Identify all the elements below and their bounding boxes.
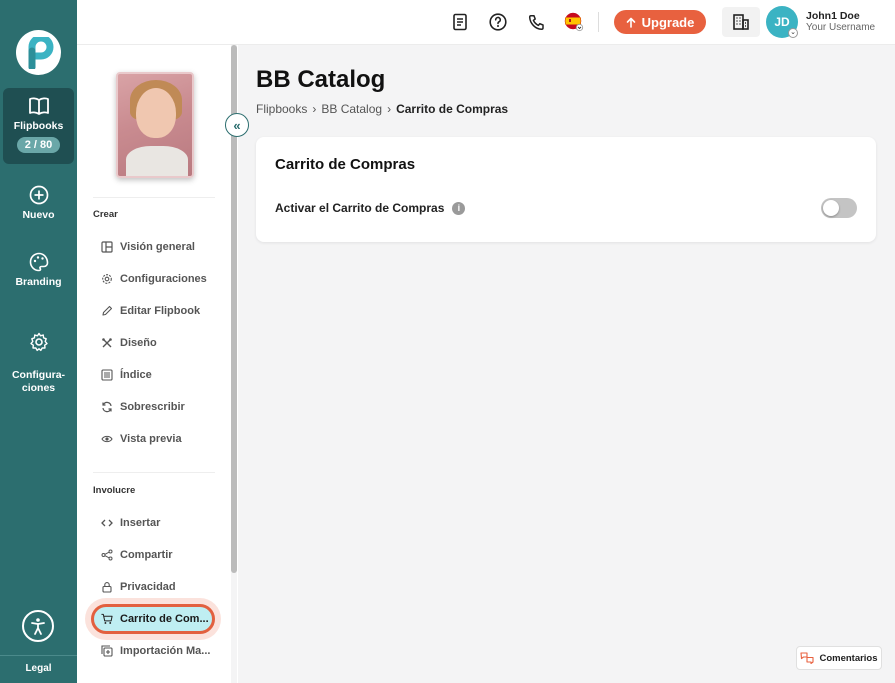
toggle-label: Activar el Carrito de Compras — [275, 201, 445, 215]
sidebar-item-privacidad[interactable]: Privacidad — [101, 576, 176, 598]
section-title-crear: Crear — [93, 209, 118, 220]
list-icon — [101, 369, 113, 381]
card-title: Carrito de Compras — [275, 156, 416, 173]
accessibility-icon — [31, 618, 45, 635]
toggle-label-row: Activar el Carrito de Compras i — [275, 201, 466, 215]
section-title-involucre: Involucre — [93, 485, 136, 496]
sidebar-item-label: Insertar — [120, 517, 161, 529]
rail-divider — [0, 655, 77, 656]
eye-icon — [101, 433, 113, 445]
shopping-cart-card: Carrito de Compras Activar el Carrito de… — [256, 137, 876, 242]
sidebar-item-configuraciones[interactable]: Configuraciones — [101, 268, 207, 290]
double-chevron-left-icon: « — [233, 117, 241, 133]
info-icon[interactable]: i — [452, 201, 466, 215]
shopping-cart-toggle[interactable] — [821, 198, 857, 218]
sidebar-item-label: Carrito de Com... — [120, 613, 209, 625]
sidebar-item-label: Compartir — [120, 549, 173, 561]
rail-item-label: Branding — [15, 276, 62, 288]
sidebar-item-compartir[interactable]: Compartir — [101, 544, 173, 566]
left-rail: Flipbooks 2 / 80 Nuevo Branding Configur… — [0, 0, 77, 683]
sidebar-item-vista-previa[interactable]: Vista previa — [101, 428, 182, 450]
pencil-icon — [101, 305, 113, 317]
sidebar-item-label: Importación Ma... — [120, 645, 211, 657]
phone-icon[interactable] — [526, 12, 546, 32]
breadcrumb-current: Carrito de Compras — [396, 102, 509, 116]
sidebar-item-importacion[interactable]: Importación Ma... — [101, 640, 210, 662]
upgrade-label: Upgrade — [641, 14, 695, 30]
arrow-up-icon — [626, 17, 635, 28]
sidebar-item-indice[interactable]: Índice — [101, 364, 152, 386]
page-title: BB Catalog — [256, 66, 386, 93]
sidebar-divider — [93, 197, 215, 198]
sidebar-item-label: Visión general — [120, 241, 195, 253]
organization-button[interactable] — [722, 7, 760, 37]
sidebar-item-editar-flipbook[interactable]: Editar Flipbook — [101, 300, 200, 322]
comments-label: Comentarios — [819, 652, 878, 664]
sidebar-item-sobrescribir[interactable]: Sobrescribir — [101, 396, 185, 418]
gear-icon — [0, 332, 77, 352]
rail-item-branding[interactable]: Branding — [0, 252, 77, 288]
top-header: Upgrade JD ⌄ John1 Doe Your Username — [77, 0, 895, 45]
sidebar-item-label: Índice — [120, 369, 152, 381]
rail-item-label: Nuevo — [22, 209, 55, 221]
import-icon — [101, 645, 113, 657]
breadcrumb-catalog[interactable]: BB Catalog — [321, 102, 382, 116]
upgrade-button[interactable]: Upgrade — [614, 10, 706, 34]
spain-flag-icon[interactable] — [564, 12, 584, 32]
gear-icon — [101, 273, 113, 285]
sidebar-item-label: Editar Flipbook — [120, 305, 201, 317]
sidebar-item-label: Configuraciones — [120, 273, 207, 285]
code-icon — [101, 517, 113, 529]
chevron-right-icon: › — [312, 102, 317, 116]
palette-icon — [0, 252, 77, 272]
breadcrumb-flipbooks[interactable]: Flipbooks — [256, 102, 307, 116]
open-book-icon — [3, 96, 74, 116]
rail-item-configuraciones[interactable]: Configura- ciones — [0, 319, 77, 408]
breadcrumb: Flipbooks › BB Catalog › Carrito de Comp… — [256, 102, 508, 116]
help-icon[interactable] — [488, 12, 508, 32]
comments-icon — [800, 652, 815, 664]
sidebar-item-label: Diseño — [120, 337, 157, 349]
chevron-down-icon[interactable]: ⌄ — [788, 28, 798, 38]
refresh-icon — [101, 401, 113, 413]
flipbook-sidebar: Crear Visión general Configuraciones Edi… — [77, 45, 238, 683]
sidebar-item-label: Privacidad — [120, 581, 176, 593]
sidebar-item-label: Sobrescribir — [120, 401, 185, 413]
plus-circle-icon — [0, 185, 77, 205]
lock-icon — [101, 581, 113, 593]
sidebar-item-vision-general[interactable]: Visión general — [101, 236, 195, 258]
user-name: John1 Doe — [806, 10, 860, 22]
sidebar-item-diseno[interactable]: Diseño — [101, 332, 157, 354]
share-icon — [101, 549, 113, 561]
logo-icon — [28, 36, 53, 69]
legal-link[interactable]: Legal — [0, 663, 77, 674]
comments-button[interactable]: Comentarios — [796, 646, 882, 670]
rail-item-label: Configura- ciones — [11, 369, 66, 394]
cart-icon — [101, 613, 113, 625]
toggle-knob — [823, 200, 839, 216]
accessibility-button[interactable] — [22, 610, 54, 642]
header-divider — [598, 12, 599, 32]
sidebar-divider — [93, 472, 215, 473]
flipbook-cover-thumbnail[interactable] — [116, 72, 194, 178]
rail-item-flipbooks[interactable]: Flipbooks 2 / 80 — [3, 88, 74, 164]
sidebar-item-insertar[interactable]: Insertar — [101, 512, 160, 534]
flipbook-count-badge: 2 / 80 — [16, 137, 61, 153]
rail-item-label: Flipbooks — [13, 120, 64, 132]
layout-icon — [101, 241, 113, 253]
rail-item-nuevo[interactable]: Nuevo — [0, 185, 77, 221]
sidebar-item-carrito-de-compras[interactable]: Carrito de Com... — [101, 608, 209, 630]
building-icon — [733, 14, 749, 30]
chevron-right-icon: › — [387, 102, 392, 116]
tools-icon — [101, 337, 113, 349]
collapse-sidebar-button[interactable]: « — [225, 113, 249, 137]
app-logo[interactable] — [16, 30, 61, 75]
sidebar-item-label: Vista previa — [120, 433, 182, 445]
document-icon[interactable] — [450, 12, 470, 32]
user-username: Your Username — [806, 22, 876, 33]
